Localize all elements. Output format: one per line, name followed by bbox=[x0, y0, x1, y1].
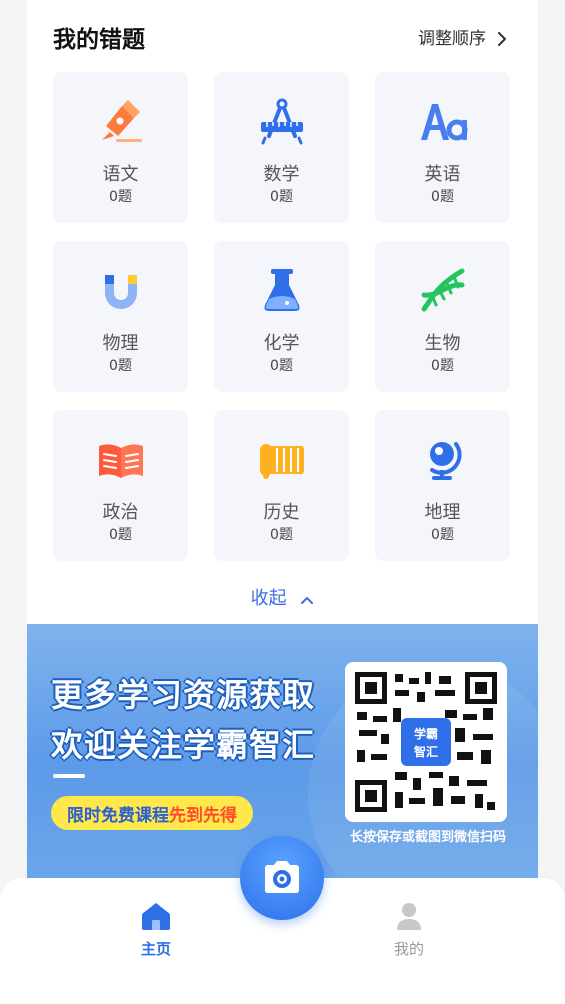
subject-count: 0题 bbox=[270, 358, 293, 374]
qr-code-icon: 学霸 智汇 bbox=[351, 668, 501, 816]
open-book-icon bbox=[96, 434, 146, 484]
subject-count: 0题 bbox=[431, 527, 454, 543]
subject-count: 0题 bbox=[270, 189, 293, 205]
banner-headline-1: 更多学习资源获取 bbox=[51, 676, 316, 714]
subject-name: 生物 bbox=[424, 333, 461, 354]
subject-name: 化学 bbox=[263, 333, 300, 354]
reorder-button[interactable]: 调整顺序 bbox=[418, 24, 508, 49]
scroll-icon bbox=[257, 434, 307, 484]
subject-count: 0题 bbox=[431, 358, 454, 374]
wrong-questions-card: 我的错题 调整顺序 语文 0题 数学 0题 英语 0题 物理 0题 化学 0题 … bbox=[27, 0, 538, 640]
section-title: 我的错题 bbox=[53, 27, 145, 53]
card-header: 我的错题 调整顺序 bbox=[27, 0, 538, 68]
qr-badge-text-1: 学霸 bbox=[414, 726, 438, 741]
qr-hint: 长按保存或截图到微信扫码 bbox=[349, 830, 506, 845]
subject-count: 0题 bbox=[109, 358, 132, 374]
qr-code[interactable]: 学霸 智汇 bbox=[345, 662, 507, 822]
banner-headline-2: 欢迎关注学霸智汇 bbox=[51, 726, 316, 764]
collapse-button[interactable]: 收起 bbox=[27, 584, 538, 610]
pen-nib-icon bbox=[96, 96, 146, 146]
subject-name: 政治 bbox=[102, 502, 139, 523]
subject-tile-politics[interactable]: 政治 0题 bbox=[53, 410, 188, 561]
subject-grid: 语文 0题 数学 0题 英语 0题 物理 0题 化学 0题 生物 0题 政治 0… bbox=[53, 72, 510, 561]
qr-badge-text-2: 智汇 bbox=[413, 744, 438, 759]
subject-tile-math[interactable]: 数学 0题 bbox=[214, 72, 349, 223]
subject-name: 数学 bbox=[263, 164, 300, 185]
collapse-label: 收起 bbox=[250, 588, 287, 609]
letters-aa-icon bbox=[418, 96, 468, 146]
tab-home[interactable]: 主页 bbox=[116, 900, 196, 959]
magnet-icon bbox=[96, 265, 146, 315]
tab-mine-label: 我的 bbox=[393, 940, 424, 958]
subject-tile-physics[interactable]: 物理 0题 bbox=[53, 241, 188, 392]
promo-pill: 限时免费课程 先到先得 bbox=[51, 796, 253, 830]
tab-mine[interactable]: 我的 bbox=[369, 900, 449, 959]
subject-count: 0题 bbox=[270, 527, 293, 543]
promo-text-b: 先到先得 bbox=[169, 805, 237, 826]
page: 我的错题 调整顺序 语文 0题 数学 0题 英语 0题 物理 0题 化学 0题 … bbox=[0, 0, 565, 1004]
user-icon bbox=[397, 903, 421, 930]
subject-tile-biology[interactable]: 生物 0题 bbox=[375, 241, 510, 392]
chevron-up-icon bbox=[300, 589, 314, 610]
subject-tile-chemistry[interactable]: 化学 0题 bbox=[214, 241, 349, 392]
subject-name: 历史 bbox=[263, 502, 300, 523]
subject-name: 语文 bbox=[102, 164, 139, 185]
dna-icon bbox=[418, 265, 468, 315]
subject-name: 物理 bbox=[102, 333, 139, 354]
camera-button[interactable] bbox=[240, 836, 324, 920]
subject-count: 0题 bbox=[109, 527, 132, 543]
promo-text-a: 限时免费课程 bbox=[67, 805, 169, 826]
reorder-label: 调整顺序 bbox=[418, 29, 486, 49]
subject-count: 0题 bbox=[431, 189, 454, 205]
subject-tile-chinese[interactable]: 语文 0题 bbox=[53, 72, 188, 223]
camera-icon bbox=[265, 861, 299, 893]
subject-tile-english[interactable]: 英语 0题 bbox=[375, 72, 510, 223]
home-icon bbox=[142, 903, 170, 930]
flask-icon bbox=[257, 265, 307, 315]
tab-home-label: 主页 bbox=[140, 940, 171, 958]
globe-icon bbox=[418, 434, 468, 484]
subject-tile-history[interactable]: 历史 0题 bbox=[214, 410, 349, 561]
compass-ruler-icon bbox=[257, 96, 307, 146]
banner-dash bbox=[53, 774, 85, 778]
chevron-right-icon bbox=[496, 31, 508, 46]
subject-count: 0题 bbox=[109, 189, 132, 205]
subject-name: 地理 bbox=[424, 502, 461, 523]
subject-name: 英语 bbox=[424, 164, 461, 185]
subject-tile-geography[interactable]: 地理 0题 bbox=[375, 410, 510, 561]
